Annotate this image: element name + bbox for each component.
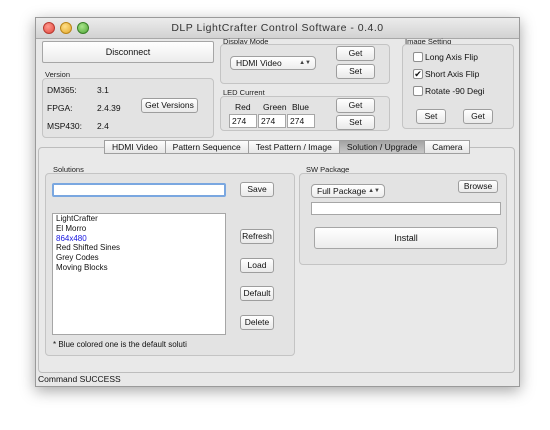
rotate-label: Rotate -90 Degi xyxy=(425,86,485,96)
led-green-input[interactable]: 274 xyxy=(258,114,286,128)
save-button[interactable]: Save xyxy=(240,182,274,197)
disconnect-button[interactable]: Disconnect xyxy=(42,41,214,63)
solution-name-input[interactable] xyxy=(52,183,226,197)
checkmark-icon: ✔ xyxy=(414,69,422,79)
display-mode-selected: HDMI Video xyxy=(236,58,282,68)
list-item-default[interactable]: 864x480 xyxy=(53,234,225,244)
package-path-input[interactable] xyxy=(311,202,501,215)
dm365-label: DM365: xyxy=(47,85,77,95)
msp430-value: 2.4 xyxy=(97,121,109,131)
default-solution-note: * Blue colored one is the default soluti xyxy=(53,340,187,349)
fpga-value: 2.4.39 xyxy=(97,103,121,113)
led-current-set-button[interactable]: Set xyxy=(336,115,375,130)
list-item[interactable]: Grey Codes xyxy=(53,253,225,263)
tab-test-pattern-image[interactable]: Test Pattern / Image xyxy=(247,140,340,154)
tab-hdmi-video[interactable]: HDMI Video xyxy=(104,140,166,154)
list-item[interactable]: Red Shifted Sines xyxy=(53,243,225,253)
led-red-input[interactable]: 274 xyxy=(229,114,257,128)
display-mode-select[interactable]: HDMI Video ▲▼ xyxy=(230,56,316,70)
status-bar: Command SUCCESS xyxy=(36,374,519,386)
short-axis-flip-checkbox[interactable]: ✔ xyxy=(413,69,423,79)
get-versions-button[interactable]: Get Versions xyxy=(141,98,198,113)
list-item[interactable]: LightCrafter xyxy=(53,214,225,224)
led-green-label: Green xyxy=(263,102,287,112)
long-axis-flip-checkbox[interactable] xyxy=(413,52,423,62)
chevron-updown-icon: ▲▼ xyxy=(299,60,311,66)
window-title: DLP LightCrafter Control Software - 0.4.… xyxy=(171,22,384,34)
rotate-checkbox[interactable] xyxy=(413,86,423,96)
chevron-updown-icon: ▲▼ xyxy=(368,188,380,194)
fpga-label: FPGA: xyxy=(47,103,73,113)
display-mode-get-button[interactable]: Get xyxy=(336,46,375,61)
tab-bar: HDMI Video Pattern Sequence Test Pattern… xyxy=(104,140,471,154)
image-setting-get-button[interactable]: Get xyxy=(463,109,493,124)
tab-solution-upgrade[interactable]: Solution / Upgrade xyxy=(338,140,426,154)
led-blue-input[interactable]: 274 xyxy=(287,114,315,128)
solutions-list[interactable]: LightCrafter El Morro 864x480 Red Shifte… xyxy=(52,213,226,335)
title-bar: DLP LightCrafter Control Software - 0.4.… xyxy=(36,18,519,39)
install-button[interactable]: Install xyxy=(314,227,498,249)
led-red-label: Red xyxy=(235,102,251,112)
list-item[interactable]: El Morro xyxy=(53,224,225,234)
led-current-get-button[interactable]: Get xyxy=(336,98,375,113)
display-mode-set-button[interactable]: Set xyxy=(336,64,375,79)
browse-button[interactable]: Browse xyxy=(458,180,498,193)
led-blue-label: Blue xyxy=(292,102,310,112)
default-button[interactable]: Default xyxy=(240,286,274,301)
delete-button[interactable]: Delete xyxy=(240,315,274,330)
list-item[interactable]: Moving Blocks xyxy=(53,263,225,273)
sw-package-selected: Full Package xyxy=(317,186,367,196)
app-window: DLP LightCrafter Control Software - 0.4.… xyxy=(35,17,520,387)
refresh-button[interactable]: Refresh xyxy=(240,229,274,244)
tab-pattern-sequence[interactable]: Pattern Sequence xyxy=(164,140,249,154)
dm365-value: 3.1 xyxy=(97,85,109,95)
msp430-label: MSP430: xyxy=(47,121,82,131)
tab-camera[interactable]: Camera xyxy=(424,140,471,154)
long-axis-flip-label: Long Axis Flip xyxy=(425,52,478,62)
short-axis-flip-label: Short Axis Flip xyxy=(425,69,480,79)
load-button[interactable]: Load xyxy=(240,258,274,273)
image-setting-set-button[interactable]: Set xyxy=(416,109,446,124)
status-text: Command SUCCESS xyxy=(38,374,121,384)
sw-package-select[interactable]: Full Package ▲▼ xyxy=(311,184,385,198)
